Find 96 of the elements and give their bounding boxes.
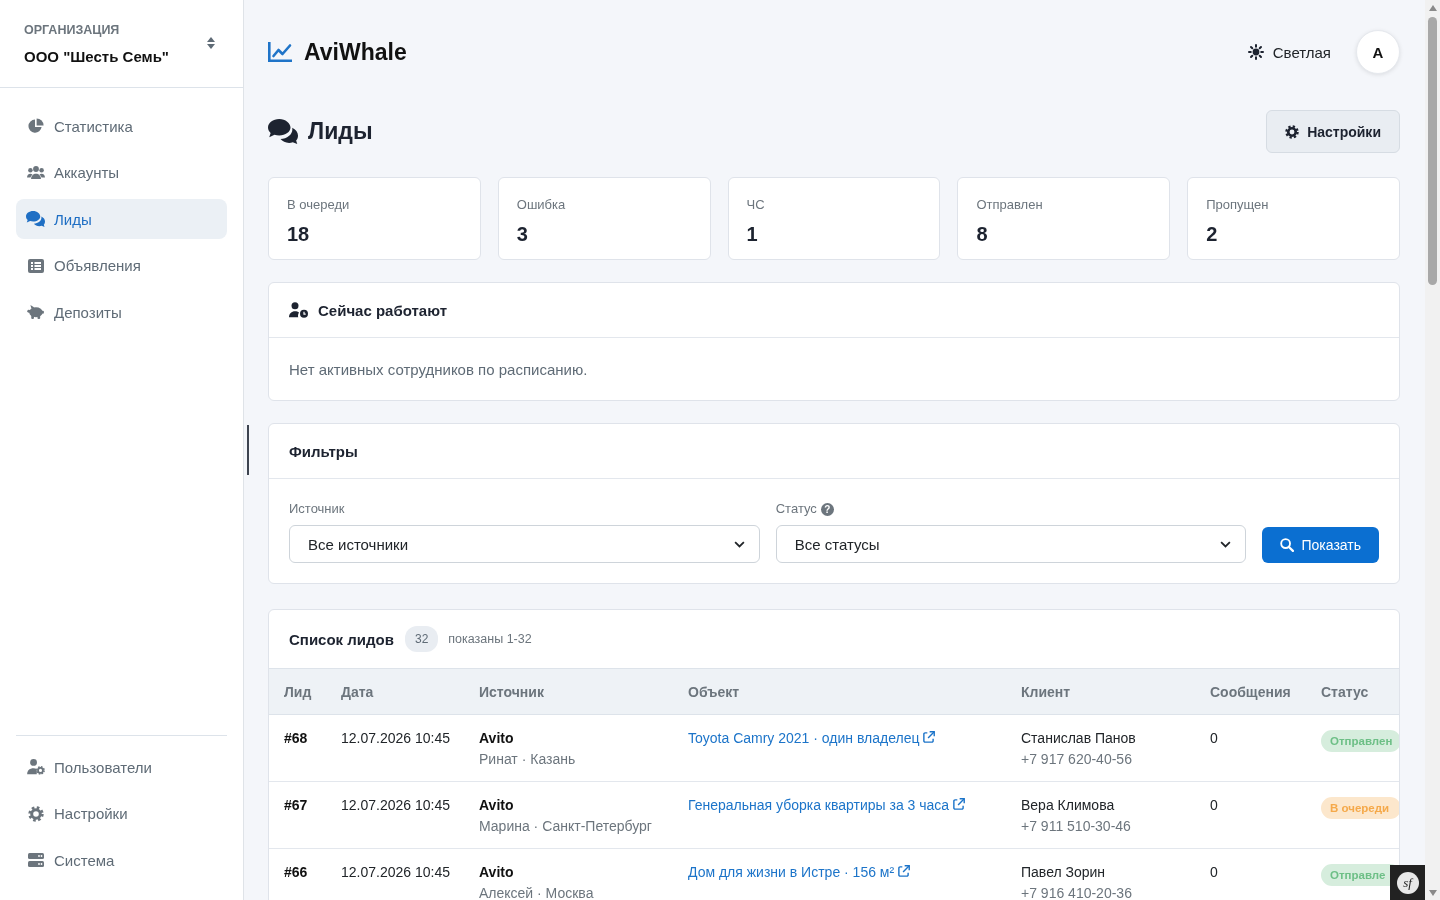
status-tag: Отправлен — [1321, 730, 1399, 752]
external-link-icon — [898, 864, 911, 877]
field-label: Статус — [775, 501, 817, 517]
message-count: 0 — [1210, 864, 1218, 880]
stat-value: 2 — [1206, 222, 1218, 246]
nav-item[interactable]: Пользователи — [16, 747, 227, 787]
server-icon — [27, 853, 44, 867]
nav-item[interactable]: Система — [16, 840, 227, 880]
client-phone: +7 916 410-20-36 — [1021, 884, 1132, 900]
debug-toolbar-button[interactable]: sf — [1390, 865, 1425, 900]
scrollbar[interactable] — [1425, 0, 1440, 900]
lead-id: #68 — [284, 730, 308, 746]
chevron-down-icon — [733, 540, 745, 548]
resize-handle[interactable] — [247, 425, 249, 475]
lead-date: 12.07.2026 10:45 — [341, 730, 450, 746]
nav-item[interactable]: Депозиты — [16, 292, 227, 332]
column-header: Лид — [269, 669, 326, 715]
column-header: Клиент — [1006, 669, 1195, 715]
source-name: Avito — [479, 863, 514, 882]
pie-chart-icon — [27, 118, 44, 134]
scrollbar-thumb[interactable] — [1428, 17, 1437, 285]
page-title: Лиды — [308, 118, 373, 145]
show-button[interactable]: Показать — [1262, 527, 1379, 563]
count-badge: 32 — [404, 626, 439, 652]
line-chart-logo-icon — [268, 42, 292, 62]
client-phone: +7 917 620-40-56 — [1021, 750, 1132, 769]
settings-icon — [27, 805, 44, 822]
column-header: Статус — [1306, 669, 1399, 715]
source-name: Avito — [479, 796, 514, 815]
nav-item[interactable]: Настройки — [16, 793, 227, 834]
status-tag: В очереди — [1321, 797, 1399, 819]
settings-icon — [1285, 124, 1300, 139]
nav-item[interactable]: Объявления — [16, 245, 227, 286]
external-link-icon — [923, 730, 936, 743]
stat-label: ЧС — [746, 197, 765, 213]
stat-label: В очереди — [287, 197, 350, 213]
chevron-down-icon — [1220, 540, 1232, 548]
client-name: Павел Зорин — [1021, 863, 1106, 882]
stat-label: Отправлен — [976, 197, 1043, 213]
settings-button[interactable]: Настройки — [1266, 110, 1400, 153]
column-header: Сообщения — [1195, 669, 1306, 715]
select-field[interactable]: Все статусы — [775, 525, 1247, 563]
organization-name: ООО "Шесть Семь" — [24, 47, 169, 67]
nav-item[interactable]: Лиды — [16, 199, 227, 239]
client-name: Станислав Панов — [1021, 729, 1136, 748]
source-detail: Ринат · Казань — [479, 750, 576, 769]
card-title: Фильтры — [289, 442, 358, 460]
piggy-bank-icon — [27, 305, 44, 319]
card-title: Сейчас работают — [318, 301, 447, 319]
source-detail: Марина · Санкт-Петербург — [479, 817, 652, 836]
object-link[interactable]: Генеральная уборка квартиры за 3 часа — [688, 795, 966, 816]
nav-item[interactable]: Статистика — [16, 106, 227, 146]
select-field[interactable]: Все источники — [289, 525, 760, 563]
lead-date: 12.07.2026 10:45 — [341, 797, 450, 813]
message-count: 0 — [1210, 797, 1218, 813]
stat-value: 8 — [976, 222, 988, 246]
field-label: Источник — [289, 501, 345, 517]
object-link[interactable]: Дом для жизни в Истре · 156 м² — [688, 862, 911, 883]
column-header: Источник — [464, 669, 673, 715]
list-icon — [27, 258, 44, 273]
stat-value: 1 — [746, 222, 758, 246]
lead-id: #67 — [284, 797, 308, 813]
help-icon[interactable]: ? — [820, 502, 834, 516]
column-header: Объект — [673, 669, 1006, 715]
empty-message: Нет активных сотрудников по расписанию. — [289, 360, 588, 378]
theme-toggle[interactable]: Светлая — [1272, 43, 1331, 61]
user-gear-icon — [26, 759, 45, 775]
sort-icon[interactable] — [207, 37, 215, 49]
source-name: Avito — [479, 729, 514, 748]
nav-item[interactable]: Аккаунты — [16, 152, 227, 193]
client-phone: +7 911 510-30-46 — [1021, 817, 1131, 836]
scroll-down-icon[interactable] — [1428, 889, 1437, 896]
stat-label: Ошибка — [516, 197, 566, 213]
sun-icon[interactable] — [1247, 44, 1264, 60]
stat-value: 18 — [287, 222, 310, 246]
client-name: Вера Климова — [1021, 796, 1115, 815]
lead-id: #66 — [284, 864, 308, 880]
users-icon — [26, 166, 45, 179]
brand-name: AviWhale — [304, 38, 407, 66]
user-clock-icon — [289, 302, 308, 318]
search-icon — [1280, 538, 1295, 552]
user-avatar[interactable]: A — [1356, 30, 1400, 74]
range-text: показаны 1-32 — [448, 632, 532, 646]
external-link-icon — [953, 797, 966, 810]
object-link[interactable]: Toyota Camry 2021 · один владелец — [688, 728, 936, 749]
chat-bubbles-icon — [268, 119, 298, 144]
stat-value: 3 — [516, 222, 528, 246]
stat-label: Пропущен — [1206, 197, 1269, 213]
column-header: Дата — [326, 669, 464, 715]
card-title: Список лидов — [289, 630, 394, 648]
organization-label: ОРГАНИЗАЦИЯ — [24, 22, 121, 39]
message-count: 0 — [1210, 730, 1218, 746]
scroll-up-icon[interactable] — [1428, 4, 1437, 11]
source-detail: Алексей · Москва — [479, 884, 594, 900]
lead-date: 12.07.2026 10:45 — [341, 864, 450, 880]
chat-bubbles-icon — [26, 211, 45, 227]
